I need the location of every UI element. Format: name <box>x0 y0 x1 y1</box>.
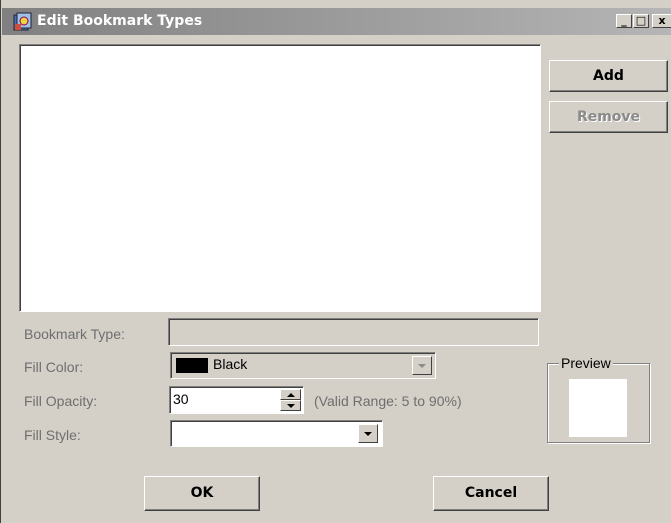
fill-color-dropdown-button[interactable] <box>412 356 432 375</box>
edit-bookmark-types-dialog: Edit Bookmark Types _ □ x Add Remove Boo… <box>0 0 671 523</box>
fill-color-value: Black <box>213 356 248 372</box>
preview-swatch <box>569 379 627 437</box>
window-title: Edit Bookmark Types <box>37 13 203 29</box>
chevron-down-icon <box>418 363 426 368</box>
add-button[interactable]: Add <box>549 60 668 92</box>
minimize-button[interactable]: _ <box>616 14 632 28</box>
preview-label: Preview <box>559 355 613 371</box>
fill-opacity-hint: (Valid Range: 5 to 90%) <box>314 393 462 409</box>
fill-color-label: Fill Color: <box>24 359 84 375</box>
fill-style-label: Fill Style: <box>24 427 81 443</box>
fill-color-dropdown[interactable]: Black <box>170 352 436 379</box>
close-icon: x <box>658 14 666 27</box>
fill-opacity-label: Fill Opacity: <box>24 393 98 409</box>
close-button[interactable]: x <box>652 14 671 28</box>
bookmark-types-list[interactable] <box>19 44 541 312</box>
ok-button-label: OK <box>190 485 214 501</box>
fill-opacity-increment-button[interactable] <box>280 389 301 400</box>
spin-up-icon <box>287 393 295 397</box>
maximize-icon: □ <box>635 14 647 27</box>
bookmark-type-field <box>168 318 539 346</box>
minimize-icon: _ <box>621 14 627 27</box>
title-bar[interactable]: Edit Bookmark Types _ □ x <box>2 8 671 35</box>
cancel-button-label: Cancel <box>464 485 518 501</box>
fill-opacity-value: 30 <box>173 391 189 407</box>
fill-style-dropdown-button[interactable] <box>358 424 378 443</box>
fill-opacity-input[interactable]: 30 <box>169 386 304 414</box>
bookmark-app-icon <box>13 12 32 31</box>
cancel-button[interactable]: Cancel <box>433 476 549 511</box>
spin-down-icon <box>287 404 295 408</box>
remove-button-label: Remove <box>576 109 641 125</box>
color-swatch <box>176 358 208 373</box>
bookmark-type-label: Bookmark Type: <box>24 326 125 342</box>
maximize-button[interactable]: □ <box>633 14 649 28</box>
fill-style-dropdown[interactable] <box>170 420 383 447</box>
fill-opacity-decrement-button[interactable] <box>280 400 301 411</box>
ok-button[interactable]: OK <box>144 476 260 511</box>
chevron-down-icon <box>364 431 372 436</box>
remove-button[interactable]: Remove <box>549 101 668 133</box>
add-button-label: Add <box>593 68 624 84</box>
